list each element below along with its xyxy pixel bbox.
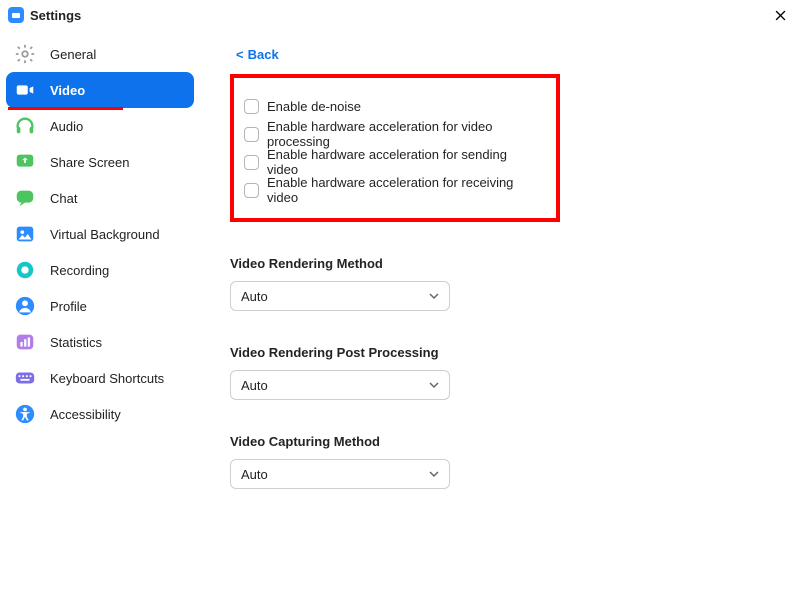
- section-title-capturing-method: Video Capturing Method: [230, 434, 770, 449]
- chevron-down-icon: [429, 289, 439, 304]
- sidebar-item-keyboard-shortcuts[interactable]: Keyboard Shortcuts: [6, 360, 194, 396]
- section-title-post-processing: Video Rendering Post Processing: [230, 345, 770, 360]
- checkbox-hwaccel-processing[interactable]: [244, 127, 259, 142]
- sidebar-item-virtual-background[interactable]: Virtual Background: [6, 216, 194, 252]
- checkbox-label: Enable de-noise: [267, 99, 361, 114]
- sidebar-item-label: General: [50, 47, 96, 62]
- gear-icon: [14, 43, 36, 65]
- back-label: Back: [248, 47, 279, 62]
- sidebar-item-video[interactable]: Video: [6, 72, 194, 108]
- close-button[interactable]: [768, 3, 792, 27]
- sidebar-item-audio[interactable]: Audio: [6, 108, 194, 144]
- sidebar-item-general[interactable]: General: [6, 36, 194, 72]
- select-capturing-method[interactable]: Auto: [230, 459, 450, 489]
- virtual-background-icon: [14, 223, 36, 245]
- annotation-highlight-box: Enable de-noise Enable hardware accelera…: [230, 74, 560, 222]
- back-link[interactable]: < Back: [236, 47, 279, 62]
- statistics-icon: [14, 331, 36, 353]
- checkbox-row-hwaccel-processing: Enable hardware acceleration for video p…: [244, 120, 536, 148]
- sidebar-item-label: Profile: [50, 299, 87, 314]
- sidebar-item-chat[interactable]: Chat: [6, 180, 194, 216]
- chevron-down-icon: [429, 378, 439, 393]
- select-value: Auto: [241, 289, 268, 304]
- sidebar-item-share-screen[interactable]: Share Screen: [6, 144, 194, 180]
- close-icon: [775, 10, 786, 21]
- checkbox-row-hwaccel-receiving: Enable hardware acceleration for receivi…: [244, 176, 536, 204]
- profile-icon: [14, 295, 36, 317]
- checkbox-hwaccel-receiving[interactable]: [244, 183, 259, 198]
- keyboard-icon: [14, 367, 36, 389]
- sidebar-item-label: Statistics: [50, 335, 102, 350]
- checkbox-enable-denoise[interactable]: [244, 99, 259, 114]
- video-icon: [14, 79, 36, 101]
- checkbox-label: Enable hardware acceleration for sending…: [267, 147, 536, 177]
- recording-icon: [14, 259, 36, 281]
- checkbox-hwaccel-sending[interactable]: [244, 155, 259, 170]
- headphones-icon: [14, 115, 36, 137]
- sidebar-item-recording[interactable]: Recording: [6, 252, 194, 288]
- sidebar-item-label: Recording: [50, 263, 109, 278]
- checkbox-row-hwaccel-sending: Enable hardware acceleration for sending…: [244, 148, 536, 176]
- select-value: Auto: [241, 378, 268, 393]
- sidebar-item-label: Video: [50, 83, 85, 98]
- settings-content: < Back Enable de-noise Enable hardware a…: [200, 30, 800, 600]
- chevron-down-icon: [429, 467, 439, 482]
- window-title: Settings: [30, 8, 81, 23]
- section-title-render-method: Video Rendering Method: [230, 256, 770, 271]
- sidebar-item-accessibility[interactable]: Accessibility: [6, 396, 194, 432]
- settings-sidebar: General Video Audio Share Screen: [0, 30, 200, 600]
- select-post-processing[interactable]: Auto: [230, 370, 450, 400]
- titlebar: Settings: [0, 0, 800, 30]
- app-icon: [8, 7, 24, 23]
- checkbox-row-denoise: Enable de-noise: [244, 92, 536, 120]
- sidebar-item-profile[interactable]: Profile: [6, 288, 194, 324]
- checkbox-label: Enable hardware acceleration for video p…: [267, 119, 536, 149]
- sidebar-item-statistics[interactable]: Statistics: [6, 324, 194, 360]
- sidebar-item-label: Accessibility: [50, 407, 121, 422]
- select-value: Auto: [241, 467, 268, 482]
- sidebar-item-label: Keyboard Shortcuts: [50, 371, 164, 386]
- sidebar-item-label: Chat: [50, 191, 77, 206]
- accessibility-icon: [14, 403, 36, 425]
- select-render-method[interactable]: Auto: [230, 281, 450, 311]
- sidebar-item-label: Virtual Background: [50, 227, 160, 242]
- sidebar-item-label: Audio: [50, 119, 83, 134]
- chevron-left-icon: <: [236, 47, 244, 62]
- checkbox-label: Enable hardware acceleration for receivi…: [267, 175, 536, 205]
- sidebar-item-label: Share Screen: [50, 155, 130, 170]
- share-screen-icon: [14, 151, 36, 173]
- chat-icon: [14, 187, 36, 209]
